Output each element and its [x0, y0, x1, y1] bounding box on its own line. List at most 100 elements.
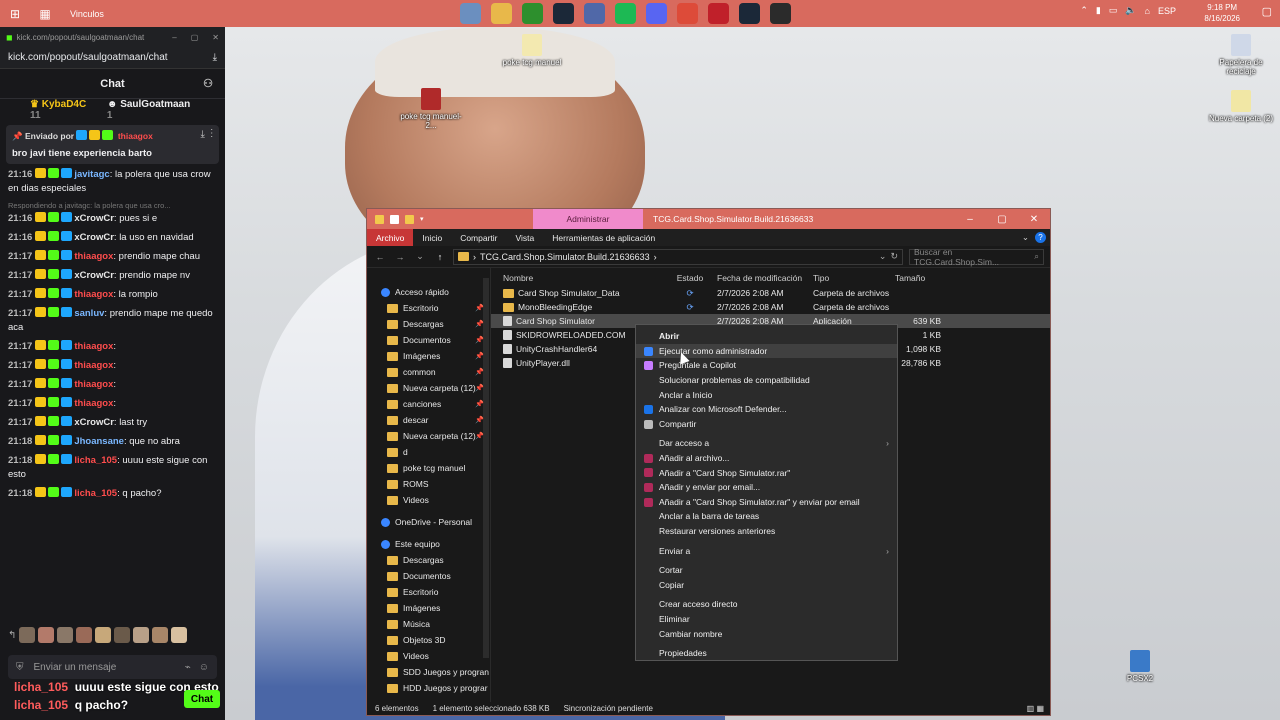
nav-item[interactable]: Imágenes 📌 [367, 348, 490, 364]
message-user[interactable]: thiaagox [74, 289, 113, 300]
maximize-button[interactable]: ▢ [986, 209, 1018, 229]
notifications-icon[interactable]: ▢ [1262, 5, 1272, 18]
message-user[interactable]: sanluv [74, 308, 104, 319]
xbox-icon[interactable] [522, 3, 543, 24]
context-menu-item[interactable]: Abrir [636, 329, 897, 344]
message-user[interactable]: thiaagox [74, 360, 113, 371]
tab-herramientas[interactable]: Herramientas de aplicación [543, 229, 664, 246]
context-menu-item[interactable]: Añadir al archivo... [636, 451, 897, 466]
download-icon[interactable]: ⤓ [213, 52, 217, 63]
users-icon[interactable]: ⚇ [203, 77, 213, 90]
nav-item[interactable]: OneDrive - Personal [367, 514, 490, 530]
context-menu-item[interactable]: Solucionar problemas de compatibilidad [636, 373, 897, 388]
nav-item[interactable]: Nueva carpeta (12) 📌 [367, 428, 490, 444]
context-menu-item[interactable]: Dar acceso a › [636, 436, 897, 451]
chat-message[interactable]: 21:16 xCrowCr: la uso en navidad [8, 231, 217, 245]
file-row[interactable]: Card Shop Simulator_Data ⟳ 2/7/2026 2:08 A… [491, 286, 1050, 300]
column-tamano[interactable]: Tamaño [891, 273, 941, 283]
nav-item[interactable]: Escritorio [367, 584, 490, 600]
nav-item[interactable]: canciones 📌 [367, 396, 490, 412]
chat-message[interactable]: 21:18 Jhoansane: que no abra [8, 435, 217, 449]
chat-message[interactable]: 21:17 thiaagox: [8, 378, 217, 392]
message-user[interactable]: thiaagox [74, 398, 113, 409]
chrome-icon[interactable] [677, 3, 698, 24]
nav-item[interactable]: Imágenes [367, 600, 490, 616]
context-menu-item[interactable]: Anclar a Inicio [636, 387, 897, 402]
context-menu-item[interactable]: Crear acceso directo [636, 597, 897, 612]
desktop-icon-nueva-carpeta[interactable]: Nueva carpeta (2) [1206, 90, 1276, 123]
network-icon[interactable]: ⌂ [1145, 6, 1150, 16]
emote[interactable] [19, 627, 36, 643]
obs-icon[interactable] [770, 3, 791, 24]
nav-item[interactable]: ROMS [367, 476, 490, 492]
chat-url-bar[interactable]: kick.com/popout/saulgoatmaan/chat ⤓ [0, 47, 225, 69]
chat-message[interactable]: 21:17 thiaagox: la rompio [8, 288, 217, 302]
chat-message-input[interactable]: ⛨ Enviar un mensaje ⌁ ☺ [8, 655, 217, 679]
context-menu-item[interactable]: Enviar a › [636, 543, 897, 558]
chat-message[interactable]: 21:18 licha_105: q pacho? [8, 487, 217, 501]
nav-item[interactable]: Acceso rápido [367, 284, 490, 300]
folder-icon[interactable] [491, 3, 512, 24]
chevron-down-icon[interactable]: ▾ [420, 215, 424, 224]
file-row[interactable]: MonoBleedingEdge ⟳ 2/7/2026 2:08 AM Carpeta… [491, 300, 1050, 314]
context-menu-item[interactable]: Restaurar versiones anteriores [636, 524, 897, 539]
context-menu-item[interactable]: Cortar [636, 563, 897, 578]
help-icon[interactable]: ? [1035, 232, 1046, 243]
context-menu-item[interactable]: Cambiar nombre [636, 626, 897, 641]
desktop-icon-poke-tcg[interactable]: poke tcg manuel [497, 34, 567, 67]
chevron-down-icon[interactable]: ⌄ [879, 251, 887, 262]
language-indicator[interactable]: ESP [1158, 6, 1176, 16]
message-user[interactable]: xCrowCr [74, 270, 114, 281]
manage-tab[interactable]: Administrar [533, 209, 643, 229]
back-icon[interactable]: ← [373, 252, 387, 262]
nav-item[interactable]: Nueva carpeta (12) 📌 [367, 380, 490, 396]
minimize-button[interactable]: – [172, 33, 176, 42]
nav-item[interactable]: Descargas 📌 [367, 316, 490, 332]
nav-item[interactable]: poke tcg manuel [367, 460, 490, 476]
chevron-up-icon[interactable]: ⌃ [1080, 5, 1088, 16]
message-user[interactable]: thiaagox [74, 251, 113, 262]
refresh-icon[interactable]: ↻ [890, 251, 898, 262]
message-user[interactable]: javitagc [74, 169, 109, 180]
pin-icon[interactable]: ⤓ [201, 129, 205, 140]
message-user[interactable]: licha_105 [74, 488, 117, 499]
chat-message[interactable]: 21:16 javitagc: la polera que usa crow en… [8, 168, 217, 196]
discord-icon[interactable] [646, 3, 667, 24]
context-menu-item[interactable]: Ejecutar como administrador [636, 343, 897, 359]
desktop-icon-recycle-bin[interactable]: Papelera de reciclaje [1206, 34, 1276, 76]
minimize-button[interactable]: – [954, 209, 986, 229]
up-icon[interactable]: ↑ [433, 252, 447, 262]
steam-icon[interactable] [553, 3, 574, 24]
tab-inicio[interactable]: Inicio [413, 229, 451, 246]
gifter-item[interactable]: ☻ SaulGoatmaan 1 [107, 99, 195, 121]
desktop-icon-poke-tcg-2[interactable]: poke tcg manuel-2... [396, 88, 466, 130]
nav-item[interactable]: common 📌 [367, 364, 490, 380]
properties-icon[interactable] [390, 214, 399, 224]
chat-send-button[interactable]: Chat [184, 690, 220, 708]
chat-message[interactable]: 21:17 thiaagox: [8, 397, 217, 411]
nav-item[interactable]: HDD Juegos y prograr [367, 680, 490, 696]
message-user[interactable]: thiaagox [74, 341, 113, 352]
nav-item[interactable]: Documentos 📌 [367, 332, 490, 348]
nav-item[interactable]: Documentos [367, 568, 490, 584]
nav-item[interactable]: d [367, 444, 490, 460]
battery-icon[interactable]: ▭ [1109, 5, 1118, 16]
context-menu-item[interactable]: Añadir a "Card Shop Simulator.rar" [636, 465, 897, 480]
app-red-icon[interactable] [708, 3, 729, 24]
start-button[interactable]: ⊞ [0, 0, 30, 27]
pinned-by-user[interactable]: thiaagox [118, 131, 153, 141]
shield-icon[interactable]: ⛨ [16, 662, 24, 673]
emote[interactable] [133, 627, 150, 643]
taskbar-toolbar-label[interactable]: Vinculos [70, 9, 104, 19]
chat-message[interactable]: 21:17 thiaagox: [8, 359, 217, 373]
steam-icon[interactable] [739, 3, 760, 24]
column-fecha[interactable]: Fecha de modificación [717, 273, 813, 283]
emote[interactable] [95, 627, 112, 643]
nav-item[interactable]: Videos [367, 492, 490, 508]
nav-item[interactable]: SDD Juegos y progran [367, 664, 490, 680]
context-menu-item[interactable]: Copiar [636, 578, 897, 593]
usb-icon[interactable]: ▮ [1096, 5, 1101, 16]
message-user[interactable]: thiaagox [74, 379, 113, 390]
chat-message[interactable]: 21:18 licha_105: uuuu este sigue con esto [8, 454, 217, 482]
message-user[interactable]: xCrowCr [74, 417, 114, 428]
